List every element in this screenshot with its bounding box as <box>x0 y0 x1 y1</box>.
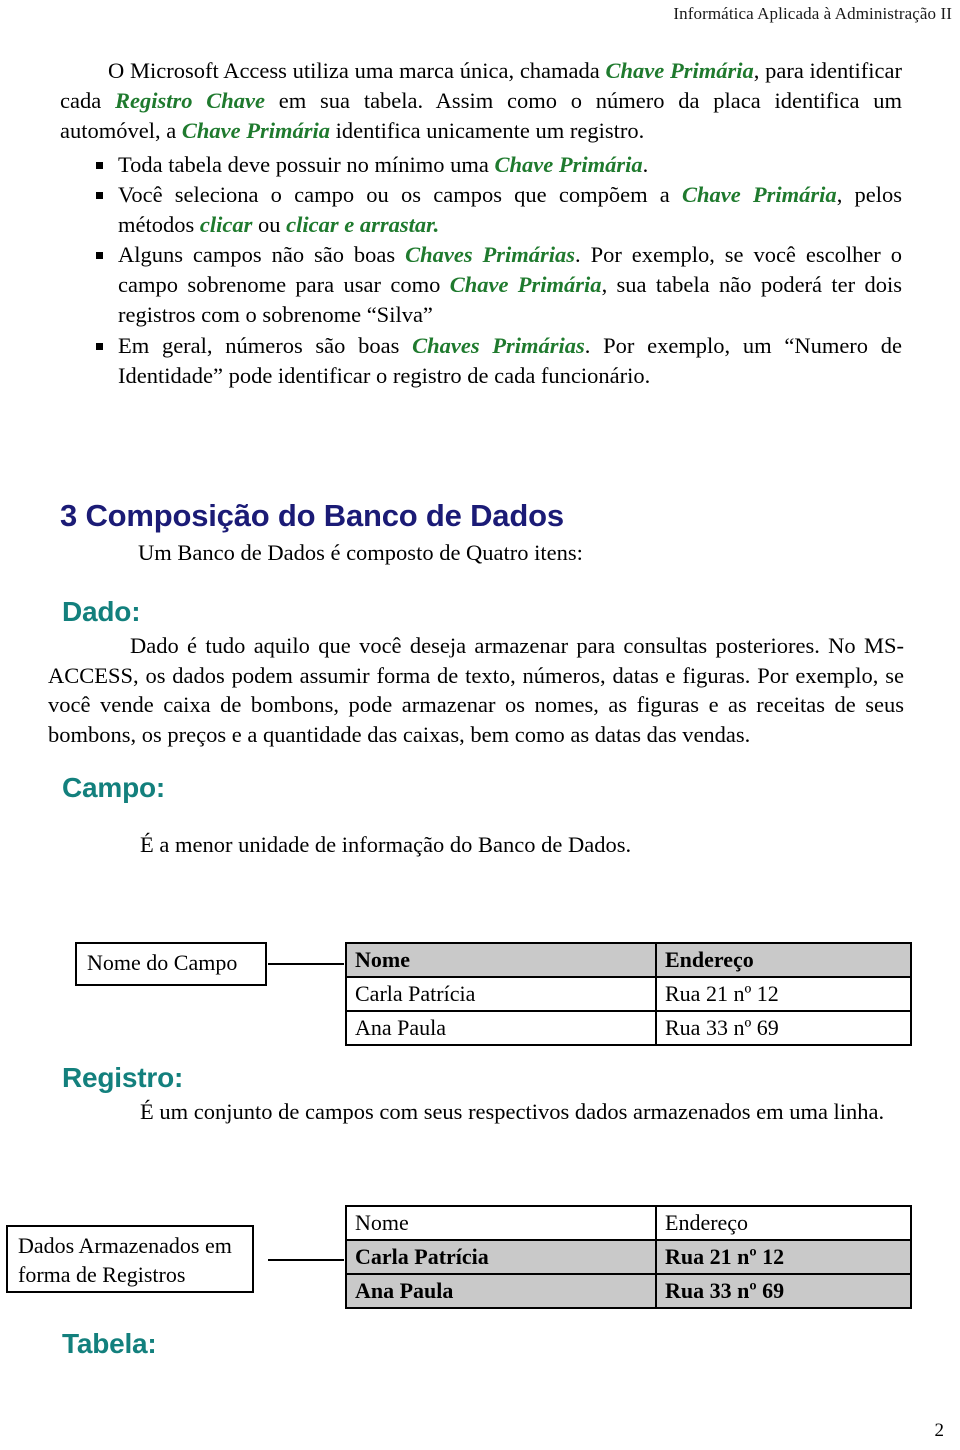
table-header-row: Nome Endereço <box>345 942 912 978</box>
table-cell-nome: Ana Paula <box>345 1273 657 1309</box>
table-fields: Nome Endereço Carla Patrícia Rua 21 nº 1… <box>345 942 912 1046</box>
table-header-cell-endereco: Endereço <box>655 942 912 978</box>
intro-text-d: identifica unicamente um registro. <box>329 117 645 143</box>
term-registro-chave: Registro Chave <box>114 87 266 113</box>
bullet-3-text-a: Alguns campos não são boas <box>118 242 406 268</box>
term-chave-primaria-2: Chave Primária <box>181 117 330 143</box>
page-number: 2 <box>934 1420 945 1441</box>
subheading-dado: Dado: <box>62 596 141 627</box>
table-cell-endereco: Rua 21 nº 12 <box>655 1239 912 1275</box>
callout-dados-armazenados-line2: forma de Registros <box>18 1261 186 1287</box>
bullet-4-text-a: Em geral, números são boas <box>118 332 413 358</box>
document-body: O Microsoft Access utiliza uma marca úni… <box>60 56 902 391</box>
table-header-cell-endereco: Endereço <box>655 1205 912 1241</box>
subheading-tabela: Tabela: <box>62 1328 157 1359</box>
registro-paragraph: É um conjunto de campos com seus respect… <box>140 1099 885 1124</box>
bullet-3-term-2: Chave Primária <box>449 272 602 298</box>
table-cell-nome: Carla Patrícia <box>345 976 657 1012</box>
list-item: Toda tabela deve possuir no mínimo uma C… <box>60 150 902 180</box>
table-header-cell-nome: Nome <box>345 1205 657 1241</box>
bullet-2-term-3: clicar e arrastar. <box>286 212 440 238</box>
bullet-2-term-2: clicar <box>199 212 253 238</box>
bullet-1-text-a: Toda tabela deve possuir no mínimo uma <box>118 151 495 177</box>
table-cell-endereco: Rua 33 nº 69 <box>655 1010 912 1046</box>
dado-paragraph: Dado é tudo aquilo que você deseja armaz… <box>48 633 904 748</box>
running-header: Informática Aplicada à Administração II <box>673 4 952 23</box>
bullet-3-term-1: Chaves Primárias <box>405 242 576 268</box>
callout-connector-line-2 <box>268 1259 344 1261</box>
intro-paragraph: O Microsoft Access utiliza uma marca úni… <box>60 56 902 146</box>
term-chave-primaria-1: Chave Primária <box>605 58 754 83</box>
table-cell-nome: Carla Patrícia <box>345 1239 657 1275</box>
intro-text-a: O Microsoft Access utiliza uma marca úni… <box>108 58 606 83</box>
callout-connector-line-1 <box>268 963 344 965</box>
table-cell-endereco: Rua 33 nº 69 <box>655 1273 912 1309</box>
key-points-list: Toda tabela deve possuir no mínimo uma C… <box>60 150 902 391</box>
bullet-4-term-1: Chaves Primárias <box>412 332 585 358</box>
bullet-1-term-1: Chave Primária <box>494 151 643 177</box>
callout-nome-do-campo: Nome do Campo <box>75 942 267 986</box>
campo-paragraph: É a menor unidade de informação do Banco… <box>140 832 632 857</box>
bullet-2-text-c: ou <box>252 212 287 238</box>
table-cell-endereco: Rua 21 nº 12 <box>655 976 912 1012</box>
callout-dados-armazenados: Dados Armazenados em forma de Registros <box>6 1225 254 1293</box>
subheading-registro: Registro: <box>62 1062 184 1093</box>
table-row: Ana Paula Rua 33 nº 69 <box>345 1273 912 1309</box>
list-item: Em geral, números são boas Chaves Primár… <box>60 331 902 391</box>
table-records: Nome Endereço Carla Patrícia Rua 21 nº 1… <box>345 1205 912 1309</box>
list-item: Você seleciona o campo ou os campos que … <box>60 180 902 240</box>
subheading-campo: Campo: <box>62 772 166 803</box>
table-row: Carla Patrícia Rua 21 nº 12 <box>345 1239 912 1275</box>
section3-lead-text: Um Banco de Dados é composto de Quatro i… <box>138 540 583 565</box>
bullet-2-term-1: Chave Primária <box>681 181 837 207</box>
section-heading-composicao: 3 Composição do Banco de Dados <box>60 498 564 533</box>
table-header-row: Nome Endereço <box>345 1205 912 1241</box>
callout-dados-armazenados-line1: Dados Armazenados em <box>18 1233 232 1258</box>
table-row: Ana Paula Rua 33 nº 69 <box>345 1010 912 1046</box>
bullet-2-text-a: Você seleciona o campo ou os campos que … <box>118 181 682 207</box>
table-cell-nome: Ana Paula <box>345 1010 657 1046</box>
bullet-1-text-b: . <box>642 151 649 177</box>
list-item: Alguns campos não são boas Chaves Primár… <box>60 240 902 330</box>
table-header-cell-nome: Nome <box>345 942 657 978</box>
callout-nome-do-campo-label: Nome do Campo <box>87 950 238 975</box>
table-row: Carla Patrícia Rua 21 nº 12 <box>345 976 912 1012</box>
